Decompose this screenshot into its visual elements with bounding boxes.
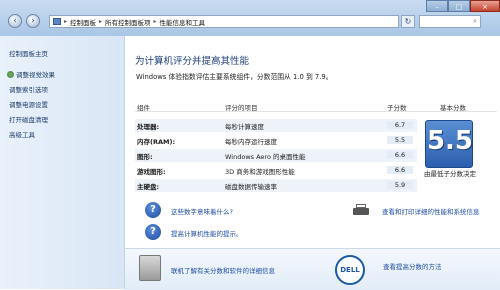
page-description: Windows 体验指数评估主要系统组件，分数范围从 1.0 到 7.9。: [136, 73, 333, 81]
minimize-button[interactable]: –: [426, 0, 448, 12]
learn-more-online-link[interactable]: 联机了解有关分数和软件的详细信息: [171, 265, 275, 275]
shield-icon: [7, 71, 14, 78]
help-icon: ?: [145, 202, 161, 218]
header-component: 组件: [137, 104, 150, 112]
table-row: 游戏图形: 3D 商务和游戏图形性能 6.6: [135, 164, 417, 177]
bottom-panel: 联机了解有关分数和软件的详细信息 DELL 查看提高分数的方法: [125, 248, 500, 290]
row-component: 图形:: [137, 153, 153, 161]
sidebar-item-power-settings[interactable]: 调整电源设置: [9, 99, 48, 109]
improve-score-offers-link[interactable]: 查看提高分数的方法: [383, 261, 442, 271]
table-row: 主硬盘: 磁盘数据传输速率 5.9: [135, 179, 417, 192]
forward-button[interactable]: ›: [26, 14, 40, 28]
address-bar[interactable]: ▸ 控制面板 ▸ 所有控制面板项 ▸ 性能信息和工具: [49, 15, 399, 28]
table-header: 组件 评分的项目 子分数 基本分数: [135, 101, 497, 112]
sidebar-item-index-options[interactable]: 调整索引选项: [9, 84, 48, 94]
row-item: 每秒内存运行速度: [225, 138, 277, 146]
row-component: 处理器:: [137, 123, 160, 131]
row-item: Windows Aero 的桌面性能: [225, 153, 306, 161]
window-controls: – □ ×: [426, 0, 500, 12]
sidebar-item-label: 调整电源设置: [9, 101, 48, 109]
header-base-score: 基本分数: [440, 104, 466, 112]
sidebar: 控制面板主页 调整视觉效果 调整索引选项 调整电源设置 打开磁盘清理 高级工具: [0, 36, 125, 289]
base-score-value: 5.5: [426, 126, 474, 156]
breadcrumb-separator-icon: ▸: [153, 18, 157, 25]
row-score: 6.6: [387, 151, 413, 159]
row-component: 内存(RAM):: [137, 138, 176, 146]
close-button[interactable]: ×: [470, 0, 500, 12]
row-score: 6.6: [387, 166, 413, 174]
maximize-button[interactable]: □: [448, 0, 470, 12]
table-row: 处理器: 每秒计算速度 6.7: [135, 119, 417, 132]
row-score: 5.9: [387, 181, 413, 189]
search-icon: ⌕: [473, 17, 477, 25]
header-rated-item: 评分的项目: [225, 104, 258, 112]
what-numbers-mean-link[interactable]: 这些数字意味着什么?: [171, 206, 233, 216]
table-row: 内存(RAM): 每秒内存运行速度 5.5: [135, 134, 417, 147]
breadcrumb-item[interactable]: 性能信息和工具: [160, 17, 206, 27]
sidebar-item-home[interactable]: 控制面板主页: [9, 48, 48, 58]
base-score-caption: 由最低子分数决定: [424, 170, 476, 178]
search-input[interactable]: ⌕: [419, 15, 481, 28]
refresh-button[interactable]: ↻: [401, 15, 415, 28]
table-row: 图形: Windows Aero 的桌面性能 6.6: [135, 149, 417, 162]
breadcrumb-item[interactable]: 控制面板: [70, 17, 96, 27]
row-component: 主硬盘:: [137, 183, 160, 191]
row-item: 磁盘数据传输速率: [225, 183, 277, 191]
sidebar-item-advanced-tools[interactable]: 高级工具: [9, 129, 35, 139]
performance-tips-link[interactable]: 提高计算机性能的提示。: [171, 228, 243, 238]
sidebar-item-disk-cleanup[interactable]: 打开磁盘清理: [9, 114, 48, 124]
breadcrumb-item[interactable]: 所有控制面板项: [105, 17, 151, 27]
row-score: 5.5: [387, 136, 413, 144]
main-content: 为计算机评分并提高其性能 Windows 体验指数评估主要系统组件，分数范围从 …: [125, 36, 500, 290]
row-item: 3D 商务和游戏图形性能: [225, 168, 295, 176]
title-bar: ‹ › ▸ 控制面板 ▸ 所有控制面板项 ▸ 性能信息和工具 ↻ ⌕ – □ ×: [0, 0, 500, 36]
breadcrumb-separator-icon: ▸: [99, 18, 103, 25]
row-component: 游戏图形:: [137, 168, 166, 176]
help-icon: ?: [145, 224, 161, 240]
dell-logo: DELL: [335, 255, 365, 285]
printer-icon: [353, 204, 369, 216]
page-title: 为计算机评分并提高其性能: [135, 56, 250, 67]
sidebar-item-label: 控制面板主页: [9, 50, 48, 58]
breadcrumb-separator-icon: ▸: [64, 18, 68, 25]
row-score: 6.7: [387, 121, 413, 129]
sidebar-item-label: 高级工具: [9, 131, 35, 139]
sidebar-item-label: 调整索引选项: [9, 86, 48, 94]
back-button[interactable]: ‹: [8, 14, 22, 28]
computer-icon: [53, 18, 61, 25]
sidebar-item-label: 调整视觉效果: [16, 71, 55, 79]
base-score-badge: 5.5: [425, 120, 473, 168]
print-details-link[interactable]: 查看和打印详细的性能和系统信息: [382, 206, 480, 216]
sidebar-item-visual-effects[interactable]: 调整视觉效果: [7, 69, 55, 79]
row-item: 每秒计算速度: [225, 123, 264, 131]
sidebar-item-label: 打开磁盘清理: [9, 116, 48, 124]
software-box-icon: [139, 255, 161, 281]
header-subscore: 子分数: [387, 104, 407, 112]
